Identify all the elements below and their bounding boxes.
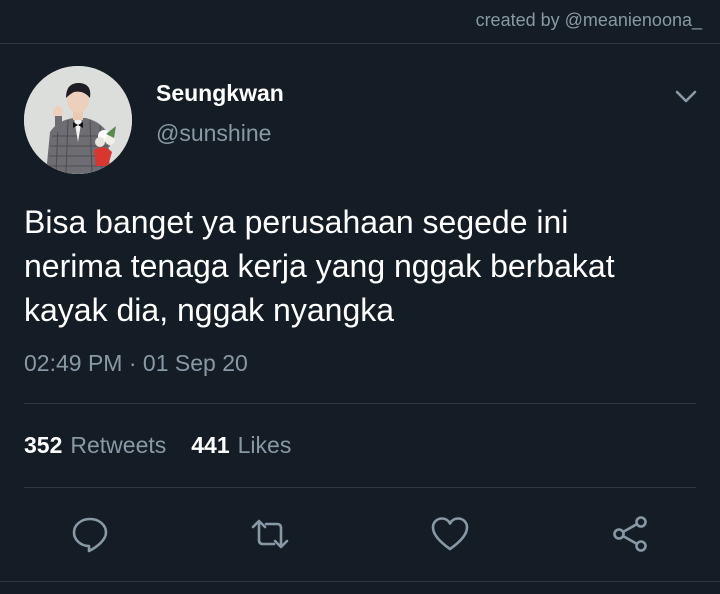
- watermark: created by @meanienoona_: [475, 10, 702, 30]
- reply-button[interactable]: [70, 514, 110, 554]
- timestamp: 02:49 PM · 01 Sep 20: [24, 350, 248, 377]
- retweets-stat[interactable]: 352 Retweets: [24, 432, 166, 459]
- reply-icon: [72, 517, 108, 553]
- share-icon: [613, 516, 647, 552]
- chevron-down-icon[interactable]: [672, 84, 700, 108]
- tweet-time: 02:49 PM: [24, 350, 123, 376]
- tweet-text: Bisa banget ya perusahaan segede ini ner…: [24, 204, 615, 328]
- retweets-label: Retweets: [70, 432, 167, 458]
- user-handle[interactable]: @sunshine: [156, 120, 271, 147]
- tweet-stats: 352 Retweets 441 Likes: [24, 432, 291, 459]
- share-button[interactable]: [610, 514, 650, 554]
- likes-label: Likes: [237, 432, 292, 458]
- divider: [24, 403, 696, 404]
- tweet-date: 01 Sep 20: [142, 350, 248, 376]
- likes-count: 441: [191, 432, 230, 458]
- retweet-button[interactable]: [250, 514, 290, 554]
- top-divider: [0, 43, 720, 44]
- timestamp-separator: ·: [128, 350, 137, 376]
- divider: [24, 487, 696, 488]
- likes-stat[interactable]: 441 Likes: [191, 432, 291, 459]
- retweet-icon: [251, 519, 289, 549]
- divider: [0, 581, 720, 582]
- avatar[interactable]: [24, 66, 132, 174]
- retweets-count: 352: [24, 432, 63, 458]
- like-button[interactable]: [430, 514, 470, 554]
- display-name[interactable]: Seungkwan: [156, 80, 284, 107]
- heart-icon: [431, 517, 469, 551]
